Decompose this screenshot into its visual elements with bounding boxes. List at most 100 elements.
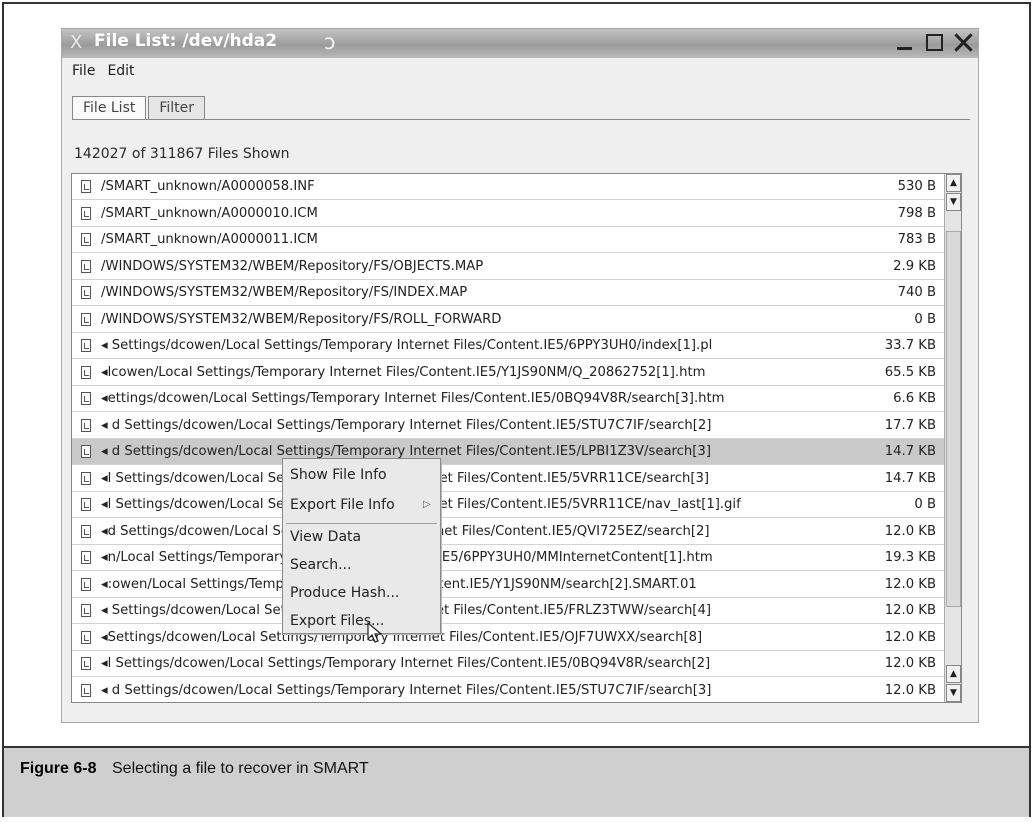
menu-file[interactable]: File [72, 61, 95, 83]
file-list-window: X File List: /dev/hda2 ↄ File Edit File … [61, 28, 979, 723]
file-icon [81, 498, 91, 511]
file-row[interactable]: ◂:owen/Local Settings/Temporary Internet… [72, 572, 946, 598]
caption-label: Figure 6-8 [20, 760, 97, 777]
file-icon [81, 365, 91, 379]
file-size: 783 B [897, 232, 936, 247]
file-row[interactable]: /SMART_unknown/A0000058.INF 530 B [72, 174, 946, 200]
swirl-icon: ↄ [324, 30, 336, 54]
file-row[interactable]: ◂ d Settings/dcowen/Local Settings/Tempo… [72, 678, 946, 703]
file-size: 12.0 KB [884, 682, 936, 698]
file-row[interactable]: /SMART_unknown/A0000010.ICM 798 B [72, 201, 946, 227]
file-icon [81, 259, 91, 273]
file-size: 6.6 KB [893, 391, 936, 406]
file-name: ◂ d Settings/dcowen/Local Settings/Tempo… [101, 682, 712, 698]
file-name: ◂ Settings/dcowen/Local Settings/Tempora… [101, 338, 713, 353]
file-name: ◂lcowen/Local Settings/Temporary Interne… [101, 364, 706, 380]
file-icon [81, 630, 91, 644]
file-row[interactable]: ◂ettings/dcowen/Local Settings/Temporary… [72, 386, 946, 412]
scroll-down-icon[interactable]: ▼ [946, 193, 961, 211]
file-row[interactable]: ◂l Settings/dcowen/Local Settings/Tempor… [72, 466, 946, 492]
file-name: /WINDOWS/SYSTEM32/WBEM/Repository/FS/OBJ… [101, 258, 484, 274]
file-row[interactable]: ◂Settings/dcowen/Local Settings/Temporar… [72, 625, 946, 651]
menu-item-export-file-info[interactable]: Export File Info [290, 497, 395, 513]
file-size: 798 B [897, 205, 936, 221]
file-name: ◂l Settings/dcowen/Local Settings/Tempor… [101, 656, 711, 671]
file-row[interactable]: ◂l Settings/dcowen/Local Settings/Tempor… [72, 492, 946, 518]
file-row[interactable]: ◂ Settings/dcowen/Local Settings/Tempora… [72, 333, 946, 359]
file-icon [81, 445, 91, 458]
file-size: 530 B [897, 179, 936, 194]
window-menu-icon[interactable]: X [70, 32, 82, 53]
file-icon [81, 392, 91, 405]
vertical-scrollbar[interactable]: ▲ ▼ ▲ ▼ [944, 174, 961, 702]
menu-bar: File Edit [62, 61, 135, 83]
window-title: File List: /dev/hda2 [94, 31, 278, 51]
submenu-arrow-icon: ▷ [423, 499, 431, 510]
title-bar[interactable]: X File List: /dev/hda2 ↄ [62, 29, 978, 58]
mouse-cursor-icon [367, 622, 383, 643]
file-icon [81, 233, 91, 246]
file-name: ◂ettings/dcowen/Local Settings/Temporary… [101, 391, 725, 406]
file-size: 65.5 KB [884, 364, 936, 380]
file-size: 17.7 KB [884, 417, 936, 433]
file-icon [81, 604, 91, 617]
file-name: /SMART_unknown/A0000010.ICM [101, 205, 318, 221]
file-size: 740 B [897, 285, 936, 300]
file-row[interactable]: ◂lcowen/Local Settings/Temporary Interne… [72, 360, 946, 386]
file-icon [81, 312, 91, 326]
menu-edit[interactable]: Edit [107, 61, 134, 83]
file-row[interactable]: ◂ Settings/dcowen/Local Settings/Tempora… [72, 598, 946, 624]
figure-caption: Figure 6-8 Selecting a file to recover i… [4, 746, 1029, 817]
scroll-up-icon[interactable]: ▲ [946, 174, 961, 192]
file-size: 0 B [914, 497, 936, 512]
file-row[interactable]: ◂n/Local Settings/Temporary Internet Fil… [72, 545, 946, 571]
menu-separator [286, 523, 437, 524]
file-name: /SMART_unknown/A0000011.ICM [101, 232, 318, 247]
file-row[interactable]: /WINDOWS/SYSTEM32/WBEM/Repository/FS/OBJ… [72, 254, 946, 280]
file-row[interactable]: ◂d Settings/dcowen/Local Settings/Tempor… [72, 519, 946, 545]
close-icon[interactable] [952, 31, 974, 53]
scroll-down-icon[interactable]: ▼ [946, 684, 961, 702]
file-list[interactable]: ◂ d Settings/dcowen/Local Settings/Tempo… [71, 173, 962, 703]
file-size: 14.7 KB [884, 470, 936, 486]
file-icon [81, 551, 91, 564]
file-row[interactable]: /WINDOWS/SYSTEM32/WBEM/Repository/FS/ROL… [72, 307, 946, 333]
menu-item-view-data[interactable]: View Data [290, 529, 361, 545]
file-icon [81, 286, 91, 299]
file-size: 12.0 KB [884, 523, 936, 539]
files-shown-status: 142027 of 311867 Files Shown [74, 146, 290, 162]
file-icon [81, 683, 91, 697]
menu-item-produce-hash[interactable]: Produce Hash... [290, 585, 399, 601]
file-icon [81, 577, 91, 591]
file-size: 14.7 KB [884, 444, 936, 459]
scroll-up-icon[interactable]: ▲ [946, 665, 961, 683]
tab-filter[interactable]: Filter [148, 96, 206, 119]
file-row[interactable]: ◂ d Settings/dcowen/Local Settings/Tempo… [72, 413, 946, 439]
menu-item-search[interactable]: Search... [290, 557, 351, 573]
file-name: /SMART_unknown/A0000058.INF [101, 179, 315, 194]
file-size: 12.0 KB [884, 576, 936, 592]
file-icon [81, 206, 91, 220]
file-icon [81, 180, 91, 193]
tab-strip: File List Filter [72, 96, 206, 119]
maximize-icon[interactable] [923, 31, 945, 53]
caption-text: Selecting a file to recover in SMART [112, 760, 369, 777]
file-name: ◂ d Settings/dcowen/Local Settings/Tempo… [101, 417, 712, 433]
tab-divider [72, 119, 970, 120]
file-row[interactable]: /WINDOWS/SYSTEM32/WBEM/Repository/FS/IND… [72, 280, 946, 306]
file-row[interactable]: /SMART_unknown/A0000011.ICM 783 B [72, 227, 946, 253]
context-menu: Show File Info Export File Info ▷ View D… [282, 458, 441, 634]
tab-file-list[interactable]: File List [72, 96, 147, 119]
scrollbar-thumb[interactable] [946, 231, 961, 607]
file-row[interactable]: ◂l Settings/dcowen/Local Settings/Tempor… [72, 651, 946, 677]
file-icon [81, 339, 91, 352]
file-name: /WINDOWS/SYSTEM32/WBEM/Repository/FS/IND… [101, 285, 468, 300]
file-size: 12.0 KB [884, 656, 936, 671]
file-name: /WINDOWS/SYSTEM32/WBEM/Repository/FS/ROL… [101, 311, 502, 327]
file-icon [81, 418, 91, 432]
minimize-icon[interactable] [894, 31, 916, 53]
file-icon [81, 471, 91, 485]
file-row[interactable]: ◂ d Settings/dcowen/Local Settings/Tempo… [72, 439, 946, 465]
menu-item-show-file-info[interactable]: Show File Info [290, 467, 387, 483]
file-size: 2.9 KB [893, 258, 936, 274]
